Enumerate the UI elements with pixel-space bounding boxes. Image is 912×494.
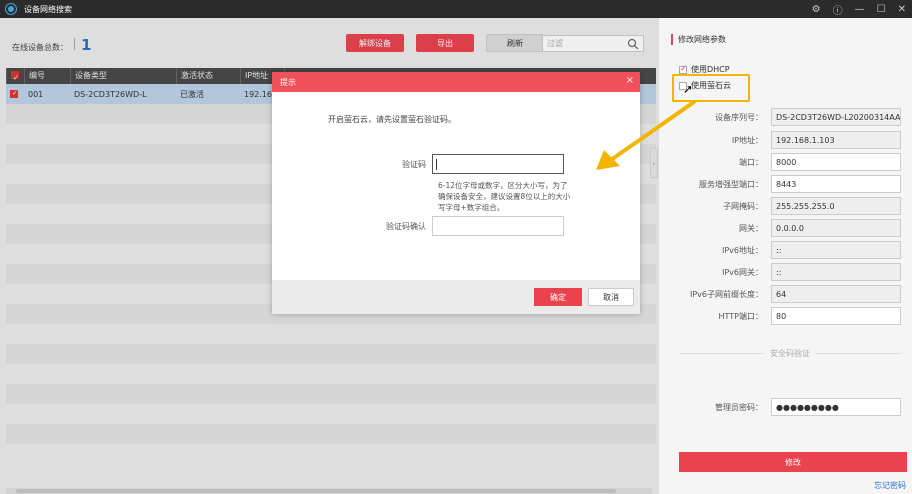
modify-button[interactable]: 修改 [679,452,907,472]
field-label: 子网掩码： [723,201,763,211]
minimize-icon[interactable]: — [855,4,865,15]
ip-input[interactable]: 192.168.1.103 [771,131,901,149]
field-label: 管理员密码： [715,402,763,412]
field-label: IPv6地址： [721,245,763,255]
ipv6-input[interactable]: :: [771,241,901,259]
field-ipv6-prefix: IPv6子网前缀长度： 64 [659,285,912,303]
ipv6-gateway-input[interactable]: :: [771,263,901,281]
gateway-input[interactable]: 0.0.0.0 [771,219,901,237]
field-ipv6-gateway: IPv6网关： :: [659,263,912,281]
code-input[interactable] [432,154,564,174]
enhanced-port-input[interactable]: 8443 [771,175,901,193]
settings-gear-icon[interactable]: ⚙ [812,4,821,15]
close-icon[interactable]: ✕ [898,4,906,15]
field-label: IPv6网关： [721,267,763,277]
serial-input[interactable]: DS-2CD3T26WD-L20200314AACHI [771,108,901,126]
security-section-divider: 安全码验证 [679,348,901,359]
field-enhanced-port: 服务增强型端口： 8443 [659,175,912,193]
forgot-password-link[interactable]: 忘记密码 [874,480,906,491]
dialog-header: 提示 × [272,72,640,92]
field-label: HTTP端口： [718,311,763,321]
field-label: 服务增强型端口： [699,179,763,189]
dialog-close-icon[interactable]: × [626,75,634,86]
dialog-message: 开启萤石云，请先设置萤石验证码。 [328,115,456,124]
code-confirm-label: 验证码确认 [386,221,426,231]
code-label: 验证码 [402,159,426,169]
mask-input[interactable]: 255.255.255.0 [771,197,901,215]
title-bar: 设备网络搜索 ⚙ ⓘ — ☐ ✕ [0,0,912,18]
window-title: 设备网络搜索 [24,4,72,14]
admin-password-input[interactable]: ●●●●●●●●● [771,398,901,416]
field-serial: 设备序列号： DS-2CD3T26WD-L20200314AACHI [659,108,912,126]
port-input[interactable]: 8000 [771,153,901,171]
http-port-input[interactable]: 80 [771,307,901,325]
maximize-icon[interactable]: ☐ [877,4,886,15]
field-label: 设备序列号： [715,112,763,122]
field-label: 网关： [739,223,763,233]
field-label: 端口： [739,157,763,167]
field-http-port: HTTP端口： 80 [659,307,912,325]
dhcp-checkbox[interactable] [679,64,687,74]
ipv6-prefix-input[interactable]: 64 [771,285,901,303]
app-logo-icon [6,4,16,14]
dialog-footer: 确定 取消 [272,280,640,314]
code-row: 验证码 [272,154,564,174]
info-icon[interactable]: ⓘ [833,2,843,17]
dialog-title: 提示 [280,77,296,87]
window-controls: ⚙ ⓘ — ☐ ✕ [812,0,906,18]
field-gateway: 网关： 0.0.0.0 [659,219,912,237]
panel-title: 修改网络参数 [671,34,726,45]
code-hint: 6-12位字母或数字，区分大小写，为了确保设备安全，建议设置8位以上的大小写字母… [438,181,571,212]
network-params-panel: 修改网络参数 使用DHCP 使用萤石云 ➚ 设备序列号： DS-2CD3T26W… [658,18,912,494]
field-ipv6: IPv6地址： :: [659,241,912,259]
code-confirm-input[interactable] [432,216,564,236]
field-label: IP地址： [731,135,763,145]
code-confirm-row: 验证码确认 [272,216,564,236]
mouse-cursor-icon: ➚ [683,82,694,96]
cancel-button[interactable]: 取消 [588,288,634,306]
security-section-label: 安全码验证 [770,349,810,358]
ezviz-code-dialog: 提示 × 开启萤石云，请先设置萤石验证码。 验证码 6-12位字母或数字，区分大… [272,72,640,314]
field-label: IPv6子网前缀长度： [689,289,763,299]
field-admin-password: 管理员密码： ●●●●●●●●● [659,398,912,416]
field-mask: 子网掩码： 255.255.255.0 [659,197,912,215]
field-ip: IP地址： 192.168.1.103 [659,131,912,149]
ok-button[interactable]: 确定 [534,288,582,306]
field-port: 端口： 8000 [659,153,912,171]
